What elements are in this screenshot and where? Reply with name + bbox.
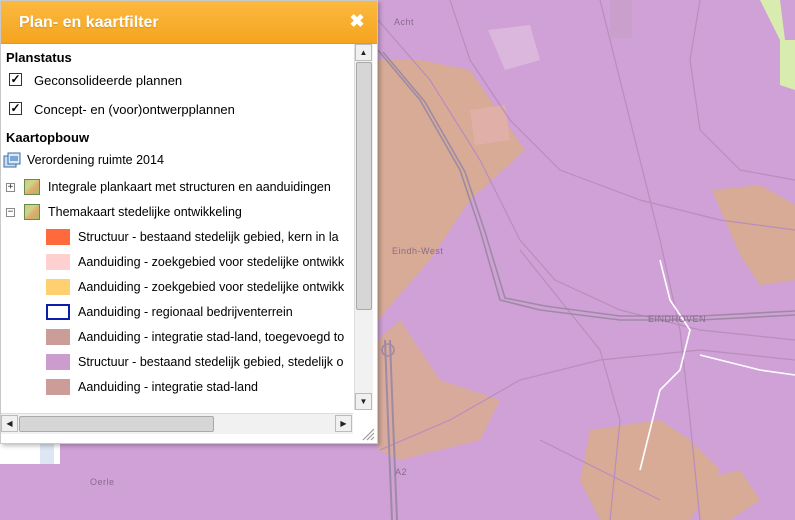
legend-label: Aanduiding - zoekgebied voor stedelijke …	[78, 280, 345, 294]
legend-label: Aanduiding - integratie stad-land, toege…	[78, 330, 345, 344]
legend-swatch	[46, 379, 70, 395]
map-label-acht: Acht	[394, 17, 415, 27]
resize-grip-icon[interactable]	[359, 425, 375, 441]
checkbox-concept[interactable]: ✓	[9, 102, 22, 115]
panel-title: Plan- en kaartfilter	[19, 14, 159, 31]
tree-layer-label: Themakaart stedelijke ontwikkeling	[48, 205, 242, 219]
legend-label: Aanduiding - zoekgebied voor stedelijke …	[78, 255, 345, 269]
planstatus-heading: Planstatus	[6, 50, 72, 65]
legend-swatch	[46, 354, 70, 370]
map-gap-blue	[40, 444, 54, 464]
layer-map-icon	[24, 179, 40, 195]
map-label-oerle: Oerle	[90, 477, 115, 487]
scroll-up-button[interactable]: ▲	[355, 44, 372, 61]
checkbox-label: Concept- en (voor)ontwerpplannen	[34, 102, 235, 117]
plan-kaartfilter-panel: Plan- en kaartfilter ✖ Planstatus ✓ Geco…	[0, 0, 378, 444]
legend-label: Structuur - bestaand stedelijk gebied, k…	[78, 230, 339, 244]
vertical-scrollbar[interactable]: ▲ ▼	[354, 44, 373, 410]
collapse-icon[interactable]: −	[6, 208, 15, 217]
tree-root-label: Verordening ruimte 2014	[27, 153, 164, 167]
map-service-icon	[3, 152, 21, 168]
checkbox-geconsolideerd[interactable]: ✓	[9, 73, 22, 86]
scroll-right-button[interactable]: ▶	[335, 415, 352, 432]
legend-label: Aanduiding - integratie stad-land	[78, 380, 258, 394]
kaartopbouw-heading: Kaartopbouw	[6, 130, 90, 145]
map-label-a2: A2	[395, 467, 408, 477]
map-label-eindhoven: EINDHOVEN	[648, 314, 707, 324]
legend-swatch	[46, 254, 70, 270]
tree-layer-label: Integrale plankaart met structuren en aa…	[48, 180, 331, 194]
scroll-left-button[interactable]: ◀	[1, 415, 18, 432]
checkbox-label: Geconsolideerde plannen	[34, 73, 183, 88]
close-icon[interactable]: ✖	[348, 11, 366, 31]
block	[610, 0, 632, 38]
legend-label: Structuur - bestaand stedelijk gebied, s…	[78, 355, 344, 369]
expand-icon[interactable]: +	[6, 183, 15, 192]
legend-swatch	[46, 279, 70, 295]
panel-content: Planstatus ✓ Geconsolideerde plannen ✓ C…	[1, 44, 353, 410]
vertical-scroll-thumb[interactable]	[356, 62, 372, 310]
layer-map-icon	[24, 204, 40, 220]
horizontal-scroll-thumb[interactable]	[19, 416, 214, 432]
legend-swatch	[46, 229, 70, 245]
legend-label: Aanduiding - regionaal bedrijventerrein	[78, 305, 293, 319]
legend-swatch	[46, 304, 70, 320]
horizontal-scrollbar[interactable]: ◀ ▶	[1, 413, 353, 434]
map-label-eindh-west: Eindh-West	[392, 246, 444, 256]
scroll-down-button[interactable]: ▼	[355, 393, 372, 410]
panel-header[interactable]: Plan- en kaartfilter ✖	[1, 1, 377, 44]
legend-swatch	[46, 329, 70, 345]
